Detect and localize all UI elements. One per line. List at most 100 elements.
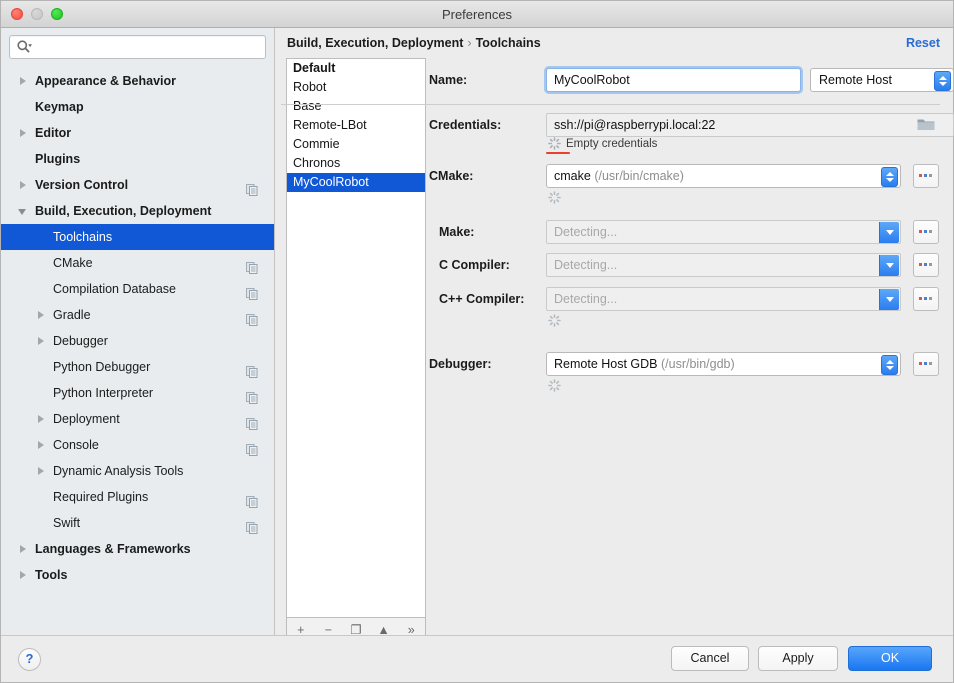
make-label: Make: xyxy=(439,225,475,239)
copy-settings-icon[interactable] xyxy=(246,179,258,196)
credentials-field[interactable]: ssh://pi@raspberrypi.local:22 xyxy=(546,113,954,137)
copy-settings-icon[interactable] xyxy=(246,283,258,300)
sidebar-item-editor[interactable]: Editor xyxy=(1,120,274,146)
settings-sidebar: Appearance & Behavior Keymap Editor Plugins… xyxy=(1,28,275,636)
sidebar-item-dynamic-analysis-tools[interactable]: Dynamic Analysis Tools xyxy=(1,458,274,484)
copy-settings-icon[interactable] xyxy=(246,257,258,274)
toolchain-list-item[interactable]: MyCoolRobot xyxy=(287,173,425,192)
copy-settings-icon[interactable] xyxy=(246,413,258,430)
make-placeholder: Detecting... xyxy=(554,225,618,239)
copy-settings-icon[interactable] xyxy=(246,517,258,534)
make-chevron-down-icon[interactable] xyxy=(879,222,899,243)
toolchain-list-item[interactable]: Commie xyxy=(287,135,425,154)
breadcrumb-separator: › xyxy=(467,36,472,50)
toolchain-type-value: Remote Host xyxy=(819,73,892,87)
toolchain-list-item[interactable]: Robot xyxy=(287,78,425,97)
sidebar-item-python-interpreter[interactable]: Python Interpreter xyxy=(1,380,274,406)
make-browse-button[interactable] xyxy=(913,220,939,244)
help-button[interactable]: ? xyxy=(18,648,41,671)
breadcrumb-parent[interactable]: Build, Execution, Deployment xyxy=(287,36,463,50)
sidebar-item-plugins[interactable]: Plugins xyxy=(1,146,274,172)
copy-settings-icon[interactable] xyxy=(246,309,258,326)
cxx-compiler-label: C++ Compiler: xyxy=(439,292,525,306)
reset-link[interactable]: Reset xyxy=(906,36,940,50)
sidebar-item-python-debugger[interactable]: Python Debugger xyxy=(1,354,274,380)
toolchain-list-item[interactable]: Default xyxy=(287,59,425,78)
chevron-right-icon[interactable] xyxy=(37,432,49,458)
sidebar-item-swift[interactable]: Swift xyxy=(1,510,274,536)
copy-settings-icon[interactable] xyxy=(246,361,258,378)
chevron-right-icon[interactable] xyxy=(19,68,31,94)
cmake-select[interactable]: cmake (/usr/bin/cmake) xyxy=(546,164,901,188)
cmake-stepper-icon[interactable] xyxy=(881,167,898,187)
name-input-value: MyCoolRobot xyxy=(554,73,630,87)
sidebar-item-label: Version Control xyxy=(35,178,129,192)
make-select[interactable]: Detecting... xyxy=(546,220,901,244)
chevron-right-icon[interactable] xyxy=(37,458,49,484)
chevron-right-icon[interactable] xyxy=(37,406,49,432)
sidebar-item-languages-frameworks[interactable]: Languages & Frameworks xyxy=(1,536,274,562)
sidebar-item-label: Keymap xyxy=(35,100,84,114)
copy-settings-icon[interactable] xyxy=(246,387,258,404)
chevron-down-icon[interactable] xyxy=(18,198,31,224)
c-compiler-select[interactable]: Detecting... xyxy=(546,253,901,277)
chevron-right-icon[interactable] xyxy=(19,172,31,198)
toolchain-type-select[interactable]: Remote Host xyxy=(810,68,954,92)
copy-settings-icon[interactable] xyxy=(246,491,258,508)
cxx-compiler-chevron-down-icon[interactable] xyxy=(879,289,899,310)
folder-icon[interactable] xyxy=(916,116,942,136)
ellipsis-icon xyxy=(919,297,932,300)
cxx-compiler-select[interactable]: Detecting... xyxy=(546,287,901,311)
sidebar-item-cmake[interactable]: CMake xyxy=(1,250,274,276)
sidebar-item-build-execution-deployment[interactable]: Build, Execution, Deployment xyxy=(1,198,274,224)
toolchain-list-item[interactable]: Chronos xyxy=(287,154,425,173)
sidebar-item-deployment[interactable]: Deployment xyxy=(1,406,274,432)
sidebar-item-label: Console xyxy=(53,438,99,452)
debugger-select[interactable]: Remote Host GDB (/usr/bin/gdb) xyxy=(546,352,901,376)
chevron-right-icon[interactable] xyxy=(37,328,49,354)
apply-button[interactable]: Apply xyxy=(758,646,838,671)
ok-button[interactable]: OK xyxy=(848,646,932,671)
sidebar-item-label: Python Debugger xyxy=(53,360,151,374)
search-container xyxy=(1,28,274,65)
dialog-footer: ? Cancel Apply OK xyxy=(1,635,953,682)
sidebar-item-console[interactable]: Console xyxy=(1,432,274,458)
toolchain-list-item[interactable]: Base xyxy=(287,97,425,116)
chevron-right-icon[interactable] xyxy=(37,302,49,328)
name-label: Name: xyxy=(429,73,468,87)
sidebar-item-label: Required Plugins xyxy=(53,490,149,504)
name-input[interactable]: MyCoolRobot xyxy=(546,68,801,92)
sidebar-item-debugger[interactable]: Debugger xyxy=(1,328,274,354)
sidebar-item-appearance-behavior[interactable]: Appearance & Behavior xyxy=(1,68,274,94)
sidebar-item-keymap[interactable]: Keymap xyxy=(1,94,274,120)
debugger-spinner-icon xyxy=(548,379,561,392)
sidebar-item-gradle[interactable]: Gradle xyxy=(1,302,274,328)
cancel-button[interactable]: Cancel xyxy=(671,646,749,671)
c-compiler-browse-button[interactable] xyxy=(913,253,939,277)
toolchain-list[interactable]: Default Robot Base Remote-LBot Commie Chronos… xyxy=(286,58,426,618)
cmake-value: cmake xyxy=(554,169,591,183)
debugger-browse-button[interactable] xyxy=(913,352,939,376)
cxx-compiler-browse-button[interactable] xyxy=(913,287,939,311)
c-compiler-placeholder: Detecting... xyxy=(554,258,618,272)
toolchain-list-item[interactable]: Remote-LBot xyxy=(287,116,425,135)
debugger-stepper-icon[interactable] xyxy=(881,355,898,375)
cmake-browse-button[interactable] xyxy=(913,164,939,188)
sidebar-item-tools[interactable]: Tools xyxy=(1,562,274,588)
sidebar-item-version-control[interactable]: Version Control xyxy=(1,172,274,198)
search-input[interactable] xyxy=(36,37,261,57)
sidebar-item-required-plugins[interactable]: Required Plugins xyxy=(1,484,274,510)
sidebar-item-compilation-database[interactable]: Compilation Database xyxy=(1,276,274,302)
chevron-right-icon[interactable] xyxy=(19,536,31,562)
settings-tree: Appearance & Behavior Keymap Editor Plugins… xyxy=(1,65,274,588)
preferences-window: Preferences Appearance & Behavior Keymap E… xyxy=(0,0,954,683)
c-compiler-chevron-down-icon[interactable] xyxy=(879,255,899,276)
sidebar-item-label: Tools xyxy=(35,568,68,582)
toolchain-type-stepper-icon[interactable] xyxy=(934,71,951,91)
sidebar-item-label: Deployment xyxy=(53,412,120,426)
copy-settings-icon[interactable] xyxy=(246,439,258,456)
chevron-right-icon[interactable] xyxy=(19,120,31,146)
search-box[interactable] xyxy=(9,35,266,59)
sidebar-item-toolchains[interactable]: Toolchains xyxy=(1,224,274,250)
chevron-right-icon[interactable] xyxy=(19,562,31,588)
